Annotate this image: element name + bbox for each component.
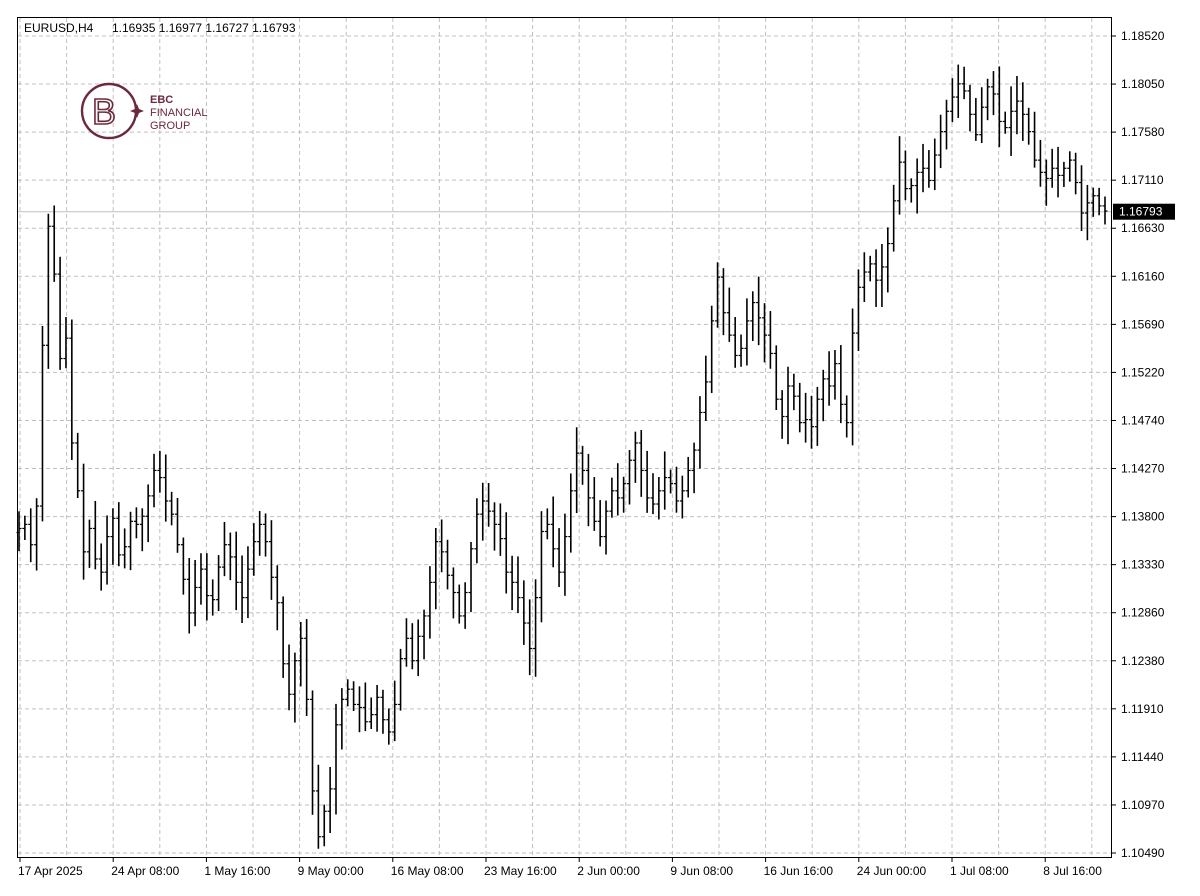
y-tick-label: 1.15690 <box>1121 317 1165 331</box>
logo-text-line3: GROUP <box>150 120 190 132</box>
plot-frame <box>17 17 1112 858</box>
x-tick-label: 16 Jun 16:00 <box>764 864 834 878</box>
x-tick-label: 24 Apr 08:00 <box>111 864 179 878</box>
y-tick-label: 1.15220 <box>1121 365 1165 379</box>
chart-root: 1.18520 1.18050 1.17580 1.17110 1.16630 1.161… <box>16 17 1175 878</box>
current-price-label: 1.16793 <box>1119 205 1163 219</box>
y-tick-label: 1.10970 <box>1121 798 1165 812</box>
x-axis: 17 Apr 2025 24 Apr 08:00 1 May 16:00 9 May … <box>18 857 1102 878</box>
y-tick-label: 1.12860 <box>1121 606 1165 620</box>
x-tick-label: 2 Jun 00:00 <box>577 864 640 878</box>
symbol-label: EURUSD,H4 <box>24 21 94 35</box>
x-tick-label: 8 Jul 16:00 <box>1043 864 1102 878</box>
y-tick-label: 1.16160 <box>1121 269 1165 283</box>
y-tick-label: 1.11910 <box>1121 702 1164 716</box>
y-tick-label: 1.14270 <box>1121 462 1165 476</box>
y-tick-label: 1.10490 <box>1121 846 1165 860</box>
x-tick-label: 24 Jun 00:00 <box>857 864 927 878</box>
logo-text-line2: FINANCIAL <box>150 107 207 119</box>
x-tick-label: 9 Jun 08:00 <box>670 864 733 878</box>
y-tick-label: 1.18520 <box>1121 29 1165 43</box>
y-tick-label: 1.13330 <box>1121 558 1165 572</box>
x-tick-label: 16 May 08:00 <box>391 864 464 878</box>
y-tick-label: 1.18050 <box>1121 77 1165 91</box>
logo-monogram: B <box>92 91 116 132</box>
y-tick-label: 1.14740 <box>1121 413 1165 427</box>
y-axis: 1.18520 1.18050 1.17580 1.17110 1.16630 1.161… <box>1111 29 1175 860</box>
x-tick-label: 1 Jul 08:00 <box>950 864 1009 878</box>
x-tick-label: 17 Apr 2025 <box>18 864 83 878</box>
logo-text-line1: EBC <box>150 94 173 106</box>
x-tick-label: 23 May 16:00 <box>484 864 557 878</box>
x-tick-label: 9 May 00:00 <box>298 864 364 878</box>
x-tick-label: 1 May 16:00 <box>204 864 270 878</box>
y-tick-label: 1.17110 <box>1121 173 1164 187</box>
y-tick-label: 1.11440 <box>1121 750 1164 764</box>
y-tick-label: 1.17580 <box>1121 125 1165 139</box>
ohlc-values-label: 1.16935 1.16977 1.16727 1.16793 <box>112 21 296 35</box>
y-tick-label: 1.13800 <box>1121 510 1165 524</box>
y-tick-label: 1.16630 <box>1121 221 1165 235</box>
y-tick-label: 1.12380 <box>1121 654 1165 668</box>
